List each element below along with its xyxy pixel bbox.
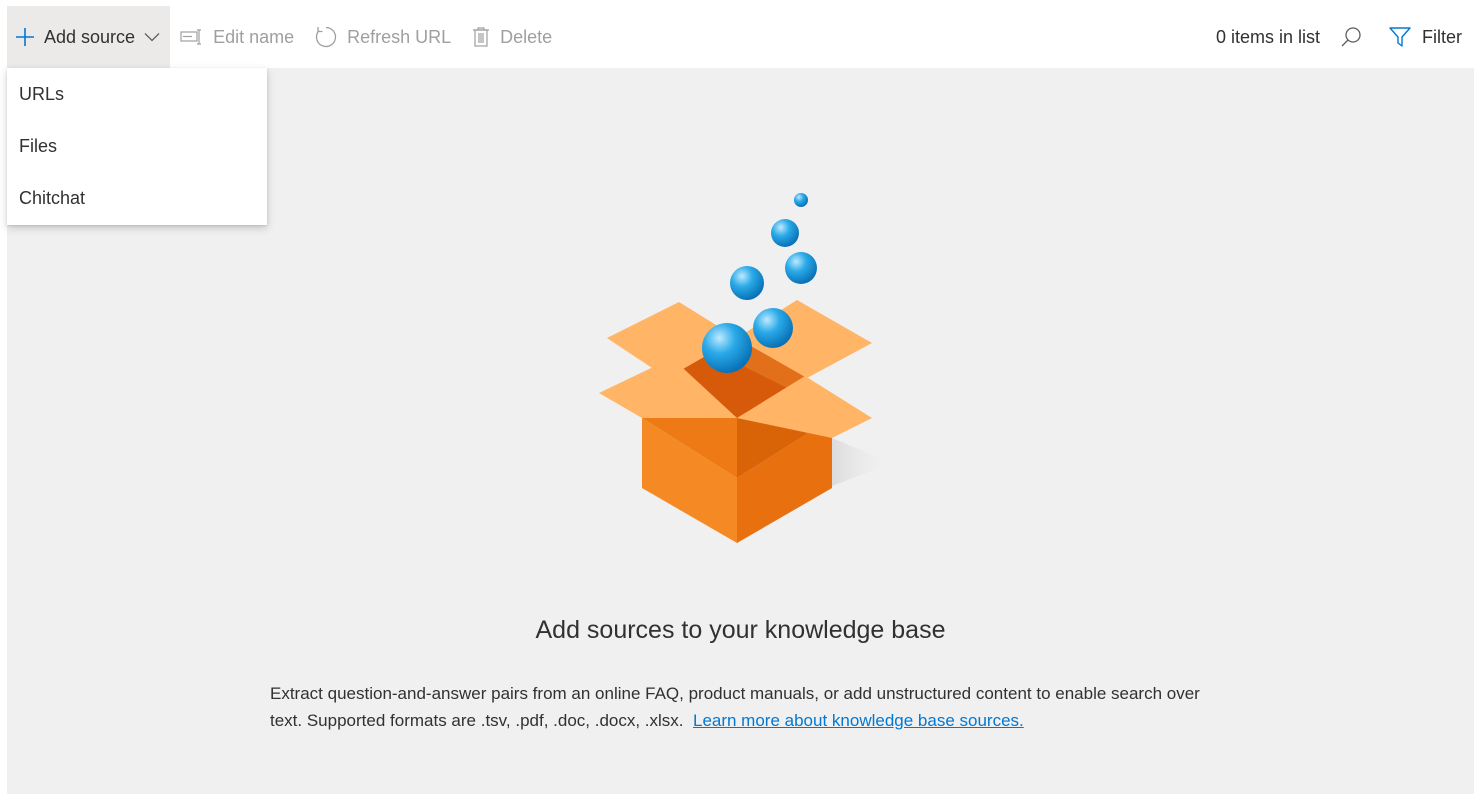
empty-state-description: Extract question-and-answer pairs from a… (270, 680, 1210, 734)
toolbar-right: 0 items in list Filter (1216, 6, 1474, 68)
menu-item-files[interactable]: Files (7, 120, 267, 172)
search-icon[interactable] (1340, 26, 1362, 48)
add-source-menu: URLs Files Chitchat (7, 68, 267, 225)
delete-button[interactable]: Delete (461, 6, 562, 68)
chevron-down-icon (144, 32, 160, 42)
refresh-icon (314, 25, 338, 49)
menu-item-chitchat[interactable]: Chitchat (7, 172, 267, 224)
add-source-label: Add source (44, 26, 136, 47)
refresh-url-button[interactable]: Refresh URL (304, 6, 461, 68)
edit-name-label: Edit name (213, 26, 295, 47)
learn-more-link[interactable]: Learn more about knowledge base sources. (693, 711, 1024, 730)
plus-icon (15, 27, 35, 47)
command-bar: Add source Edit name Refresh URL Delete … (7, 6, 1474, 68)
add-source-button[interactable]: Add source (7, 6, 171, 68)
rename-icon (180, 29, 204, 45)
trash-icon (471, 26, 491, 48)
filter-button[interactable]: Filter (1388, 25, 1462, 49)
refresh-url-label: Refresh URL (347, 26, 452, 47)
empty-state-title: Add sources to your knowledge base (535, 616, 946, 644)
edit-name-button[interactable]: Edit name (170, 6, 304, 68)
filter-icon (1388, 25, 1412, 49)
items-count: 0 items in list (1215, 26, 1320, 47)
menu-item-urls[interactable]: URLs (7, 68, 267, 120)
empty-box-illustration (587, 188, 907, 553)
filter-label: Filter (1422, 26, 1462, 47)
delete-label: Delete (500, 26, 553, 47)
